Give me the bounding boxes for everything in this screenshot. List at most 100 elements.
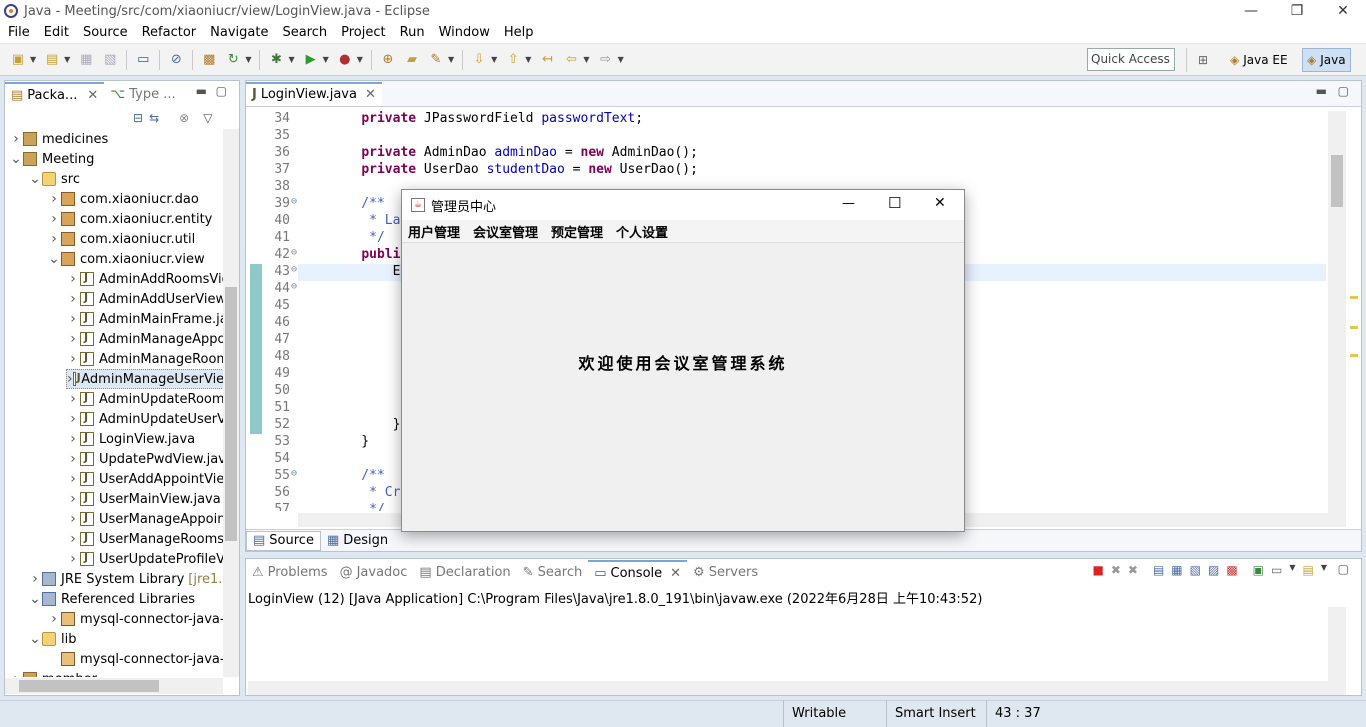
console-horizontal-scrollbar[interactable] xyxy=(248,681,1346,695)
back-dropdown-icon[interactable]: ▼ xyxy=(583,55,589,64)
menu-help[interactable]: Help xyxy=(504,25,534,40)
fold-toggle-icon[interactable]: ⊖ xyxy=(291,247,297,258)
chevron-right-icon[interactable]: › xyxy=(66,351,80,367)
chevron-down-icon[interactable]: ⌄ xyxy=(47,251,61,267)
tree-item[interactable]: › AdminManageAppoint.java xyxy=(66,329,223,349)
chevron-right-icon[interactable]: › xyxy=(66,451,80,467)
remove-launch-icon[interactable]: ✖ xyxy=(1111,563,1121,577)
dialog-minimize-button[interactable]: — xyxy=(842,196,855,211)
quick-access-input[interactable]: Quick Access xyxy=(1087,48,1175,71)
chevron-right-icon[interactable]: › xyxy=(47,211,61,227)
tree-item[interactable]: › member xyxy=(9,669,97,677)
menu-navigate[interactable]: Navigate xyxy=(210,25,268,40)
skip-breakpoints-icon[interactable]: ⊘ xyxy=(167,52,185,68)
tab-problems[interactable]: ⚠ Problems xyxy=(246,560,334,584)
chevron-right-icon[interactable]: › xyxy=(66,491,80,507)
tab-declaration[interactable]: ▤ Declaration xyxy=(413,560,516,584)
menu-personal-settings[interactable]: 个人设置 xyxy=(616,222,668,241)
minimize-editor-icon[interactable]: ▬ xyxy=(1316,84,1327,98)
chevron-right-icon[interactable]: › xyxy=(66,331,80,347)
menu-refactor[interactable]: Refactor xyxy=(142,25,197,40)
scroll-lock-icon[interactable]: ▦ xyxy=(1171,563,1182,577)
chevron-right-icon[interactable]: › xyxy=(47,191,61,207)
tree-item[interactable]: ⌄ Referenced Libraries xyxy=(28,589,195,609)
tree-item[interactable]: › UserMainView.java xyxy=(66,489,221,509)
chevron-down-icon[interactable]: ⌄ xyxy=(28,591,42,607)
tree-item[interactable]: › mysql-connector-java-5.1.47.jar xyxy=(47,609,223,629)
chevron-right-icon[interactable]: › xyxy=(9,131,23,147)
pen-dropdown-icon[interactable]: ▼ xyxy=(448,55,454,64)
tab-package-explorer[interactable]: ▤ Packa... ✕ xyxy=(5,82,105,106)
new-wizard-icon[interactable]: ▤ xyxy=(43,52,61,68)
restore-button[interactable]: ❐ xyxy=(1274,0,1320,22)
run-dropdown-icon[interactable]: ▼ xyxy=(323,55,329,64)
tab-design[interactable]: ▦ Design xyxy=(321,531,394,551)
chevron-down-icon[interactable]: ⌄ xyxy=(28,171,42,187)
dialog-maximize-button[interactable]: ☐ xyxy=(888,194,901,212)
open-type-icon[interactable]: ⊕ xyxy=(379,52,397,68)
new-wizard-dropdown-icon[interactable]: ▼ xyxy=(64,55,70,64)
menu-edit[interactable]: Edit xyxy=(44,25,69,40)
tab-console[interactable]: ▭ Console ✕ xyxy=(588,560,688,584)
chevron-right-icon[interactable]: › xyxy=(28,571,42,587)
chevron-right-icon[interactable]: › xyxy=(66,291,80,307)
tree-item[interactable]: ⌄ com.xiaoniucr.view xyxy=(47,249,204,269)
tab-servers[interactable]: ⚙ Servers xyxy=(687,560,764,584)
forward-dropdown-icon[interactable]: ▼ xyxy=(618,55,624,64)
fold-toggle-icon[interactable]: ⊖ xyxy=(291,264,297,275)
pen-icon[interactable]: ✎ xyxy=(427,52,445,68)
tree-item[interactable]: ›AdminManageUserView.java xyxy=(66,369,223,389)
menu-room-management[interactable]: 会议室管理 xyxy=(473,222,538,241)
dialog-close-button[interactable]: ✕ xyxy=(934,195,946,211)
chevron-right-icon[interactable]: › xyxy=(47,231,61,247)
chevron-right-icon[interactable]: › xyxy=(47,611,61,627)
tree-item[interactable]: ⌄ src xyxy=(28,169,80,189)
tree-vertical-scrollbar[interactable] xyxy=(223,129,239,677)
tree-item[interactable]: ⌄ lib xyxy=(28,629,76,649)
tree-item[interactable]: › AdminMainFrame.java xyxy=(66,309,223,329)
prev-annotation-icon[interactable]: ⇧ xyxy=(504,52,522,68)
clear-console-icon[interactable]: ▤ xyxy=(1153,563,1164,577)
open-console-dropdown-icon[interactable]: ▼ xyxy=(1321,563,1327,577)
chevron-right-icon[interactable]: › xyxy=(66,391,80,407)
show-on-error-icon[interactable]: ▩ xyxy=(1226,563,1237,577)
display-console-dropdown-icon[interactable]: ▼ xyxy=(1289,563,1295,577)
back-icon[interactable]: ⇦ xyxy=(562,52,580,68)
close-tab-icon[interactable]: ✕ xyxy=(87,88,98,103)
tab-source[interactable]: ▤ Source xyxy=(246,530,321,551)
close-button[interactable]: ✕ xyxy=(1320,0,1366,22)
fold-toggle-icon[interactable]: ⊖ xyxy=(291,468,297,479)
open-folder-icon[interactable]: ▰ xyxy=(403,52,421,68)
tree-item[interactable]: mysql-connector-java-5.1.47.jar xyxy=(47,649,223,669)
open-perspective-button[interactable]: ⊞ xyxy=(1194,48,1212,72)
tree-item[interactable]: › UserManageRooms.java xyxy=(66,529,223,549)
chevron-down-icon[interactable]: ⌄ xyxy=(28,631,42,647)
chevron-right-icon[interactable]: › xyxy=(66,511,80,527)
terminal-icon[interactable]: ▭ xyxy=(134,52,152,68)
new-icon[interactable]: ▣ xyxy=(9,52,27,68)
new-dropdown-icon[interactable]: ▼ xyxy=(30,55,36,64)
chevron-right-icon[interactable]: › xyxy=(66,531,80,547)
show-on-output-icon[interactable]: ▨ xyxy=(1208,563,1219,577)
tree-item[interactable]: › medicines xyxy=(9,129,108,149)
pin-console-icon[interactable]: ▣ xyxy=(1253,563,1264,577)
tree-horizontal-scrollbar[interactable] xyxy=(5,678,223,694)
close-tab-icon[interactable]: ✕ xyxy=(670,566,681,581)
fold-toggle-icon[interactable]: ⊖ xyxy=(291,281,297,292)
collapse-all-icon[interactable]: ⊟ xyxy=(133,111,143,125)
menu-booking-management[interactable]: 预定管理 xyxy=(551,222,603,241)
tree-item[interactable]: › AdminAddRoomsView.java xyxy=(66,269,223,289)
menu-user-management[interactable]: 用户管理 xyxy=(408,222,460,241)
tree-item[interactable]: › AdminManageRooms.java xyxy=(66,349,223,369)
tree-item[interactable]: › UpdatePwdView.java xyxy=(66,449,223,469)
chevron-right-icon[interactable]: › xyxy=(66,411,80,427)
next-annotation-dropdown-icon[interactable]: ▼ xyxy=(491,55,497,64)
editor-vertical-scrollbar[interactable] xyxy=(1328,111,1346,513)
tree-item[interactable]: ⌄ Meeting xyxy=(9,149,94,169)
run-icon[interactable]: ▶ xyxy=(302,52,320,68)
menu-file[interactable]: File xyxy=(8,25,30,40)
menu-search[interactable]: Search xyxy=(282,25,327,40)
tree-item[interactable]: › UserUpdateProfileView.java xyxy=(66,549,223,569)
prev-annotation-dropdown-icon[interactable]: ▼ xyxy=(525,55,531,64)
chevron-right-icon[interactable]: › xyxy=(66,311,80,327)
